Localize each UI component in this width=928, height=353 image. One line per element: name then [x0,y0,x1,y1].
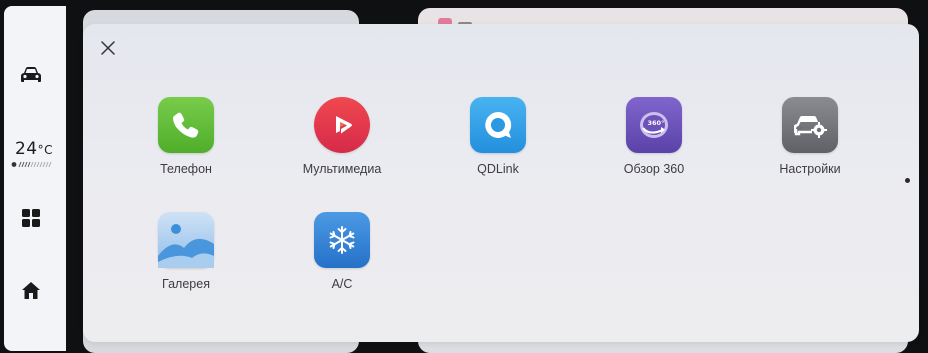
car-button[interactable] [0,62,62,88]
apps-button[interactable] [0,206,62,230]
app-ac[interactable]: A/C [287,212,397,291]
app-label: Обзор 360 [623,162,685,176]
app-launcher-panel [83,24,919,342]
qdlink-tile [470,97,526,153]
phone-icon [173,112,199,138]
app-label: Мультимедиа [302,162,382,176]
settings-car-icon [794,116,827,138]
ac-snowflake-icon [329,226,355,254]
ac-tile [314,212,370,268]
app-label: Телефон [160,162,212,176]
app-settings[interactable]: Настройки [755,97,865,176]
home-icon [22,281,40,299]
apps-grid-icon [22,209,40,227]
close-icon [101,41,115,55]
home-button[interactable] [0,278,62,302]
temperature-value: 24 [14,139,38,159]
close-button[interactable] [97,37,119,59]
settings-tile [782,97,838,153]
phone-tile [158,97,214,153]
app-multimedia[interactable]: Мультимедиа [287,97,397,176]
gallery-tile [158,212,214,268]
qdlink-icon [485,111,512,138]
car-icon [21,67,41,82]
app-qdlink[interactable]: QDLink [443,97,553,176]
page-indicator-dot[interactable] [905,178,910,183]
app-phone[interactable]: Телефон [131,97,241,176]
svg-text:360°: 360° [648,119,665,127]
app-label: A/C [331,277,353,291]
multimedia-tile [314,97,370,153]
app-label: QDLink [477,162,519,176]
temperature-unit: °C [37,143,54,157]
view-360-icon: 360° [640,112,668,138]
climate-temperature[interactable]: 24°C [4,140,64,168]
view-360-tile: 360° [626,97,682,153]
app-label: Настройки [779,162,841,176]
fan-icon [11,161,52,168]
gallery-icon [158,224,214,268]
app-label: Галерея [162,277,210,291]
app-gallery[interactable]: Галерея [131,212,241,291]
multimedia-icon [336,116,352,134]
app-view-360[interactable]: 360° Обзор 360 [599,97,709,176]
temperature-readout: 24°C [4,140,64,159]
